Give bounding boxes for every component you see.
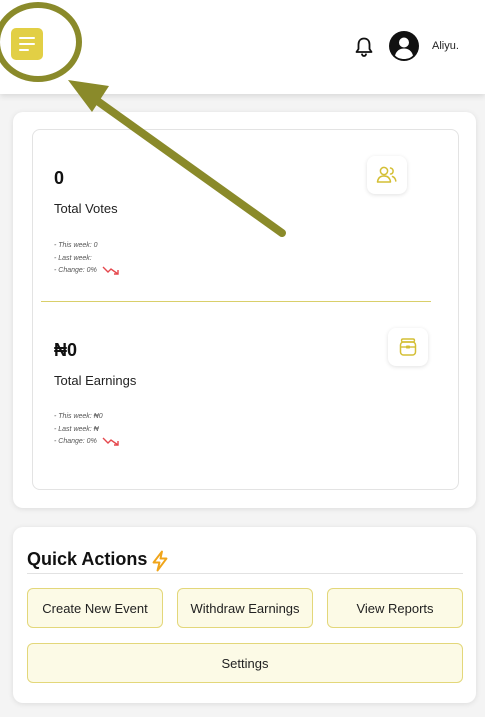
total-votes-stat: 0 Total Votes - This week: 0 - Last week… [33,130,460,300]
stats-panel: 0 Total Votes - This week: 0 - Last week… [13,112,476,508]
votes-change-text: - Change: 0% [54,267,97,274]
bell-icon[interactable] [354,36,374,58]
lightning-bolt-icon [152,550,168,572]
earnings-meta: - This week: ₦0 - Last week: ₦ - Change:… [54,411,120,449]
total-earnings-value: ₦0 [54,340,78,360]
create-new-event-button[interactable]: Create New Event [27,588,163,628]
votes-icon-box [367,156,407,194]
votes-meta: - This week: 0 - Last week: - Change: 0% [54,240,120,278]
votes-last-week: - Last week: [54,254,92,262]
user-avatar-icon[interactable] [389,31,419,61]
earnings-change: - Change: 0% [54,436,120,449]
quick-actions-panel: Quick Actions Create New Event Withdraw … [13,527,476,703]
quick-actions-divider [27,573,463,574]
votes-change: - Change: 0% [54,265,120,278]
earnings-change-text: - Change: 0% [54,438,97,445]
withdraw-earnings-button[interactable]: Withdraw Earnings [177,588,313,628]
quick-actions-title: Quick Actions [27,549,148,569]
users-icon [376,166,397,183]
earnings-icon-box [388,328,428,366]
votes-this-week: - This week: 0 [54,242,98,249]
stats-card: 0 Total Votes - This week: 0 - Last week… [32,129,459,490]
earnings-last-week: - Last week: ₦ [54,425,99,433]
user-name[interactable]: Aliyu. [432,40,459,52]
trend-down-icon [102,266,119,275]
total-votes-label: Total Votes [54,201,118,216]
total-earnings-stat: ₦0 Total Earnings - This week: ₦0 - Last… [33,302,460,491]
earnings-this-week: - This week: ₦0 [54,413,103,420]
trend-down-icon [102,437,119,446]
total-votes-value: 0 [54,168,65,188]
wallet-icon [399,338,417,356]
total-earnings-label: Total Earnings [54,373,137,388]
settings-button[interactable]: Settings [27,643,463,683]
view-reports-button[interactable]: View Reports [327,588,463,628]
